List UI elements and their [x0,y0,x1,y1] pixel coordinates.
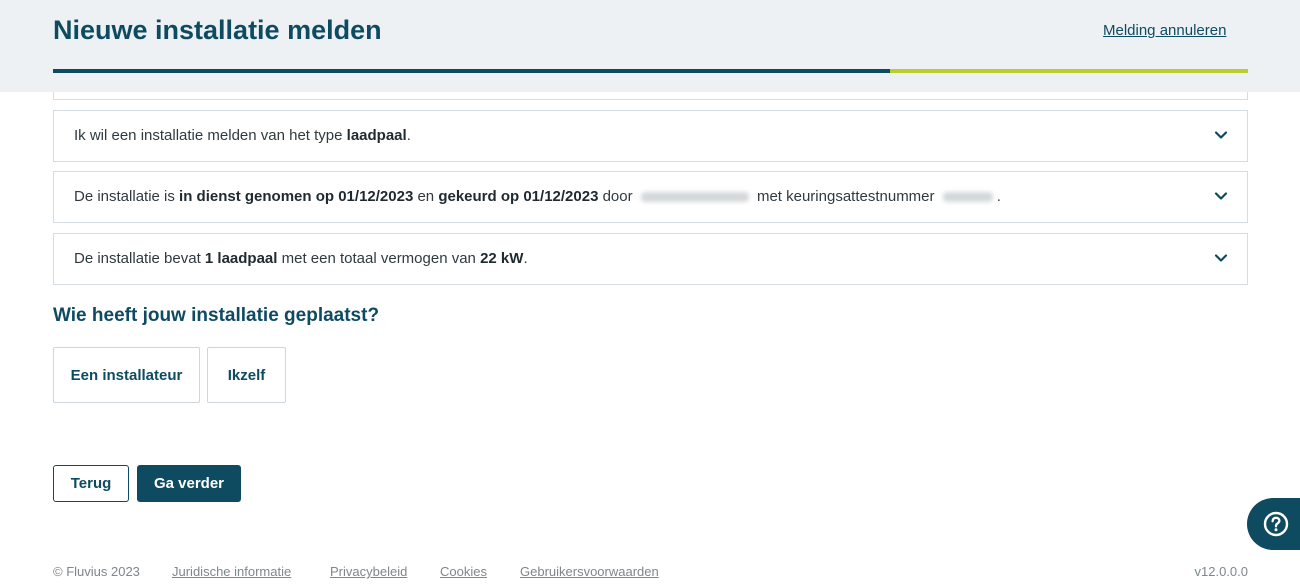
copyright-text: © Fluvius 2023 [53,564,140,579]
summary-capacity-text: De installatie bevat 1 laadpaal met een … [74,250,528,267]
summary-card-inspection[interactable]: De installatie is in dienst genomen op 0… [53,171,1248,223]
version-label: v12.0.0.0 [1194,564,1249,579]
footer-link-privacy[interactable]: Privacybeleid [330,564,407,579]
help-button[interactable] [1247,498,1300,550]
footer-link-legal[interactable]: Juridische informatie [172,564,291,579]
page-title: Nieuwe installatie melden [53,15,382,45]
summary-inspection-text: De installatie is in dienst genomen op 0… [74,188,1001,205]
footer: © Fluvius 2023 Juridische informatie Pri… [53,564,1248,582]
question-circle-icon [1263,511,1289,537]
summary-type-text: Ik wil een installatie melden van het ty… [74,127,411,144]
option-self-button[interactable]: Ikzelf [207,347,286,403]
page-header: Nieuwe installatie melden Melding annule… [0,0,1300,92]
continue-button[interactable]: Ga verder [137,465,241,502]
progress-bar-fill [53,69,890,73]
redacted-inspector-name [640,192,749,203]
summary-card-type[interactable]: Ik wil een installatie melden van het ty… [53,110,1248,162]
chevron-down-icon [1214,131,1228,139]
previous-summary-card [53,92,1248,100]
progress-bar [53,69,1248,73]
cancel-report-link[interactable]: Melding annuleren [1103,22,1226,39]
summary-card-capacity[interactable]: De installatie bevat 1 laadpaal met een … [53,233,1248,285]
installer-question: Wie heeft jouw installatie geplaatst? [53,305,380,326]
back-button[interactable]: Terug [53,465,129,502]
footer-link-cookies[interactable]: Cookies [440,564,487,579]
redacted-certificate-number [942,192,993,203]
chevron-down-icon [1214,192,1228,200]
option-installer-button[interactable]: Een installateur [53,347,200,403]
chevron-down-icon [1214,254,1228,262]
footer-link-terms[interactable]: Gebruikersvoorwaarden [520,564,659,579]
